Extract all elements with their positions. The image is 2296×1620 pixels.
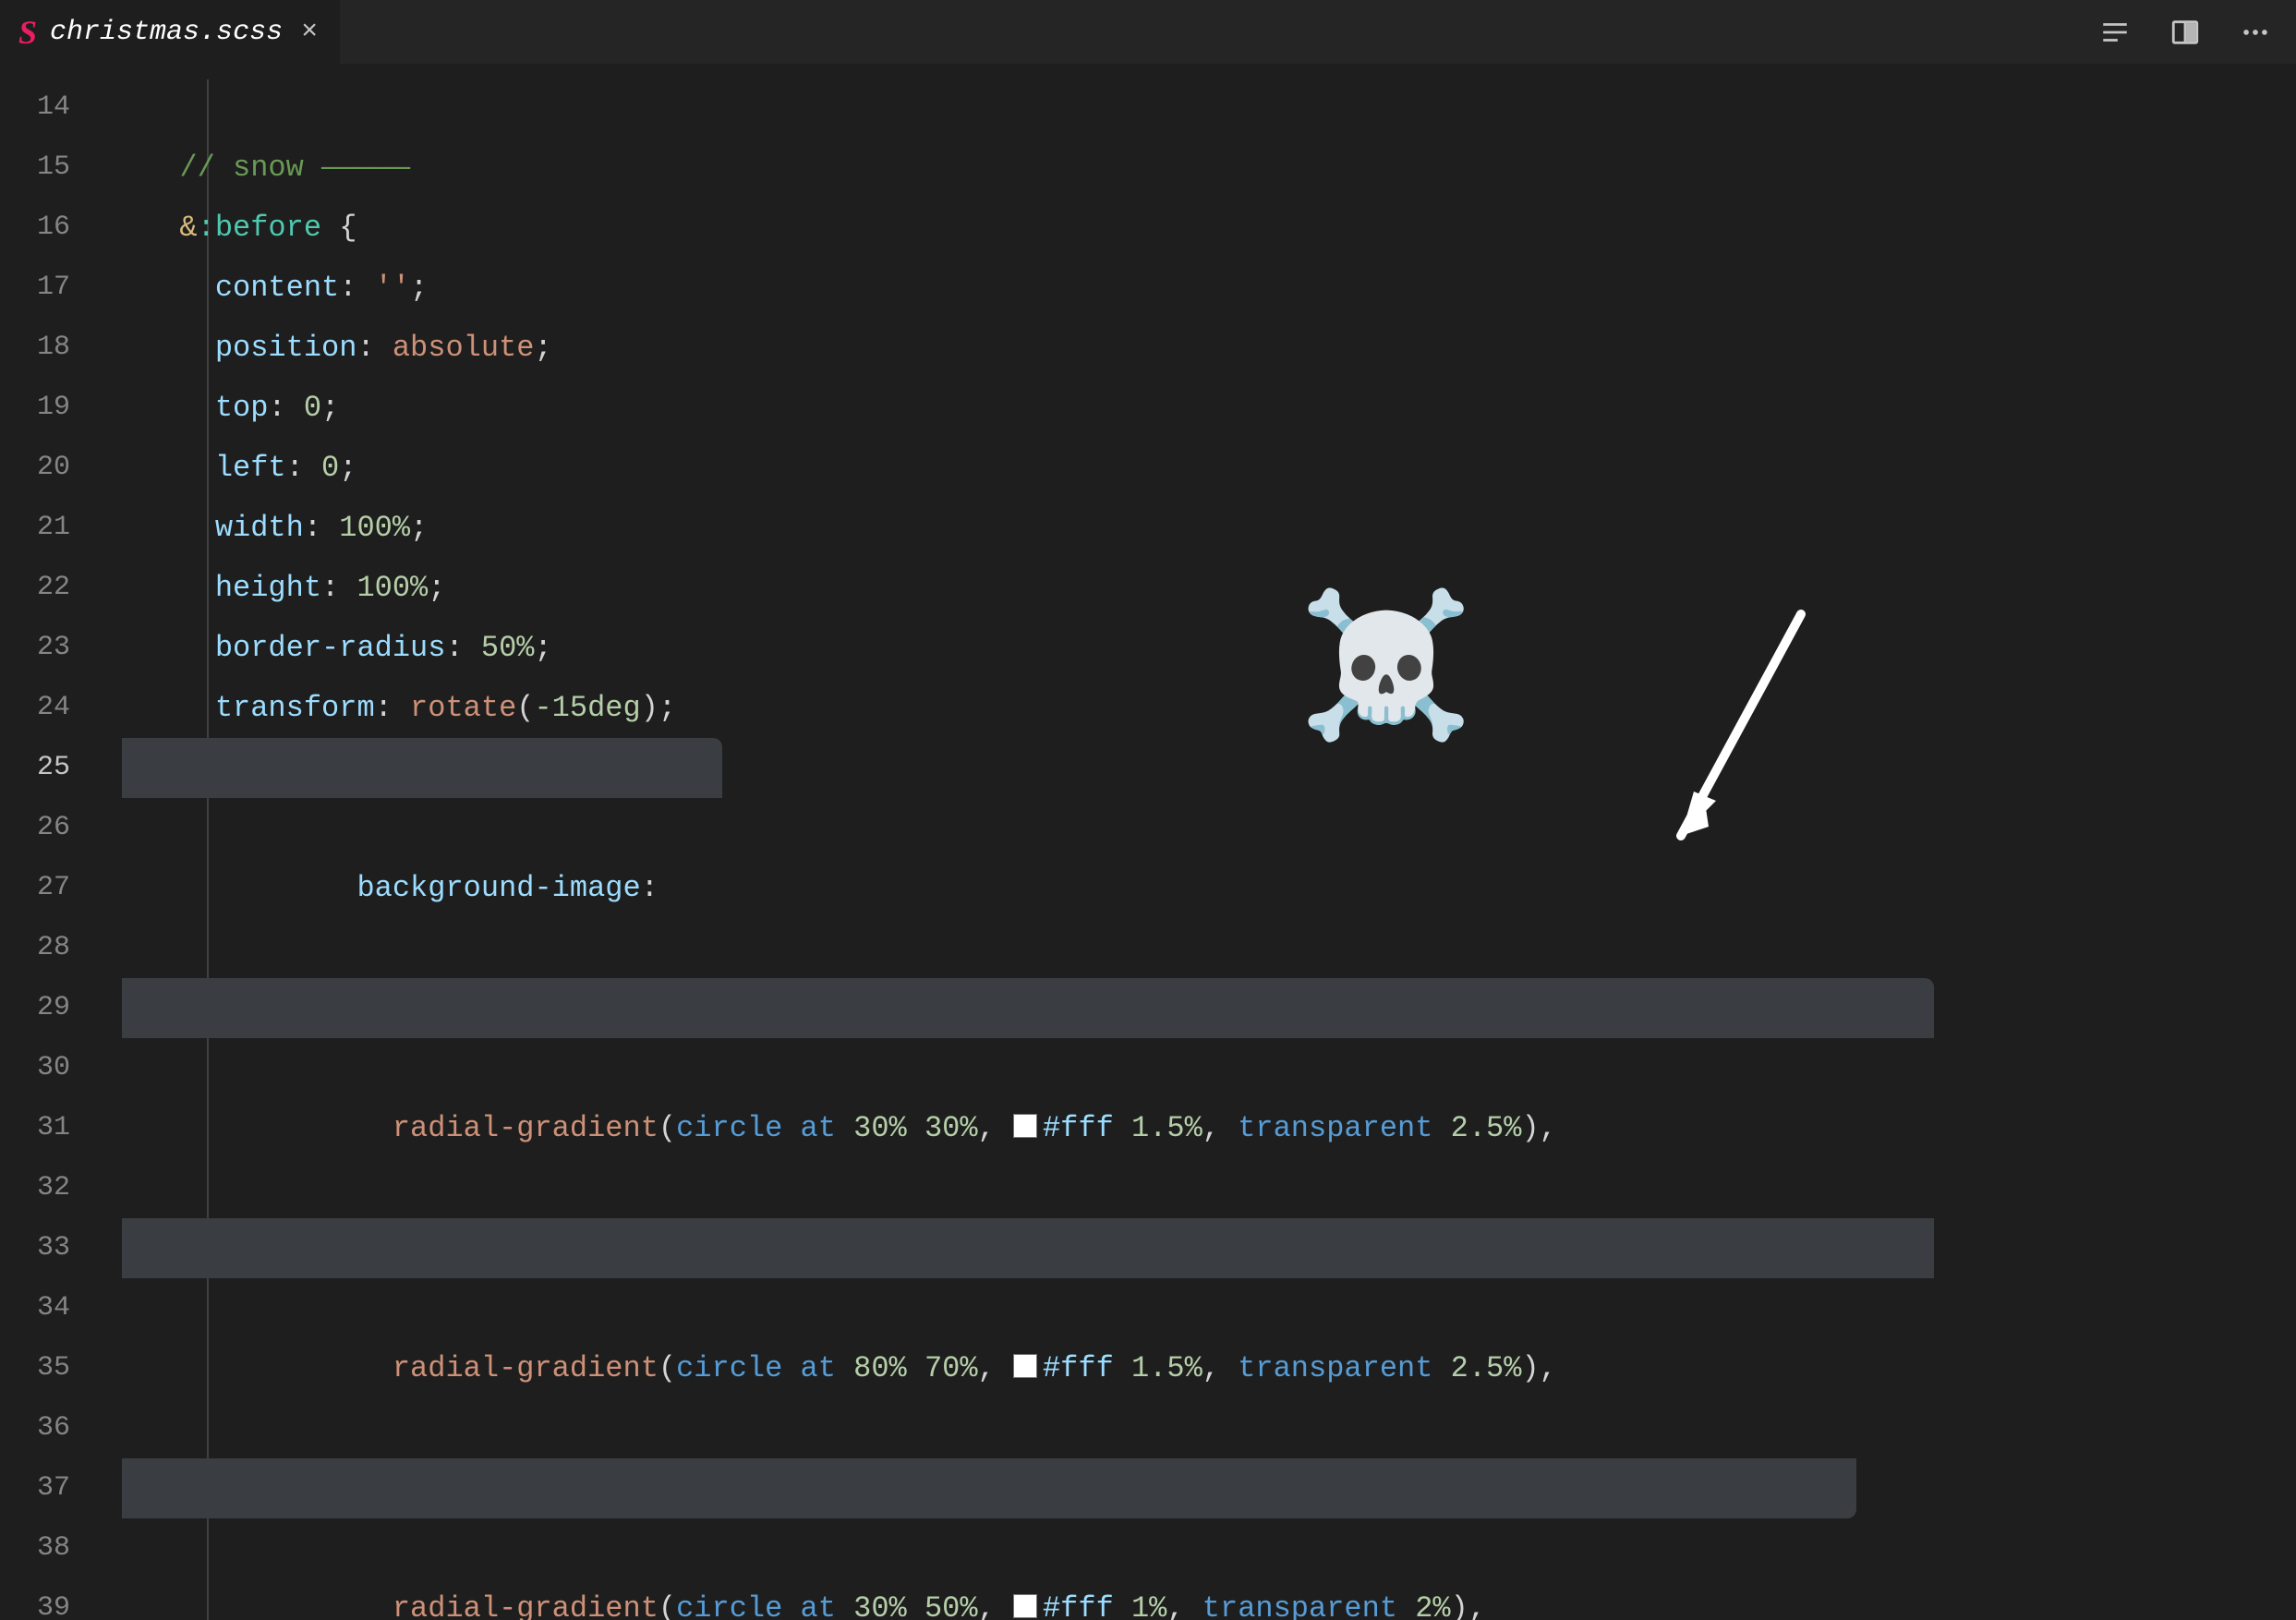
line-number: 26	[0, 798, 70, 858]
line-number: 22	[0, 558, 70, 618]
code-line[interactable]: &:before {	[122, 198, 2296, 258]
line-number: 20	[0, 438, 70, 498]
code-line[interactable]: radial-gradient(circle at 80% 70%, #fff …	[122, 1218, 2296, 1458]
tab-bar: S christmas.scss ×	[0, 0, 2296, 65]
code-area[interactable]: // snow ————— &:before { content: ''; po…	[122, 65, 2296, 1620]
line-number: 25	[0, 738, 70, 798]
code-line[interactable]: background-image:	[122, 738, 2296, 978]
color-swatch-icon	[1013, 1594, 1037, 1618]
line-number: 15	[0, 138, 70, 198]
code-line[interactable]	[122, 78, 2296, 138]
line-number: 30	[0, 1038, 70, 1098]
code-line[interactable]: left: 0;	[122, 438, 2296, 498]
code-line[interactable]: height: 100%;	[122, 558, 2296, 618]
close-icon[interactable]: ×	[296, 17, 318, 48]
color-swatch-icon	[1013, 1354, 1037, 1378]
line-number: 39	[0, 1578, 70, 1615]
tab-actions	[2097, 14, 2274, 51]
code-line[interactable]: radial-gradient(circle at 30% 50%, #fff …	[122, 1458, 2296, 1620]
code-line[interactable]: width: 100%;	[122, 498, 2296, 558]
code-line[interactable]: position: absolute;	[122, 318, 2296, 378]
file-tab[interactable]: S christmas.scss ×	[0, 0, 341, 64]
editor-root: S christmas.scss ×	[0, 0, 2296, 1620]
line-number: 31	[0, 1098, 70, 1158]
line-number: 29	[0, 978, 70, 1038]
line-number: 36	[0, 1398, 70, 1458]
line-number-gutter: 14 15 16 17 18 19 20 21 22 23 24 25 26 2…	[0, 65, 98, 1620]
code-line[interactable]: top: 0;	[122, 378, 2296, 438]
line-number: 23	[0, 618, 70, 678]
line-number: 32	[0, 1158, 70, 1218]
toggle-wrap-icon[interactable]	[2097, 14, 2133, 51]
code-line[interactable]: radial-gradient(circle at 30% 30%, #fff …	[122, 978, 2296, 1218]
line-number: 38	[0, 1518, 70, 1578]
line-number: 17	[0, 258, 70, 318]
code-line[interactable]: content: '';	[122, 258, 2296, 318]
tab-filename: christmas.scss	[50, 17, 283, 48]
line-number: 24	[0, 678, 70, 738]
line-number: 16	[0, 198, 70, 258]
code-line[interactable]: border-radius: 50%;	[122, 618, 2296, 678]
line-number: 21	[0, 498, 70, 558]
more-actions-icon[interactable]	[2237, 14, 2274, 51]
sass-icon: S	[18, 13, 37, 52]
code-line[interactable]: // snow —————	[122, 138, 2296, 198]
line-number: 27	[0, 858, 70, 918]
line-number: 37	[0, 1458, 70, 1518]
line-number: 19	[0, 378, 70, 438]
color-swatch-icon	[1013, 1114, 1037, 1138]
split-editor-icon[interactable]	[2167, 14, 2204, 51]
line-number: 18	[0, 318, 70, 378]
code-line[interactable]: transform: rotate(-15deg);	[122, 678, 2296, 738]
line-number: 35	[0, 1338, 70, 1398]
line-number: 34	[0, 1278, 70, 1338]
fold-gutter	[98, 65, 122, 1620]
line-number: 28	[0, 918, 70, 978]
editor-body[interactable]: 14 15 16 17 18 19 20 21 22 23 24 25 26 2…	[0, 65, 2296, 1620]
tab-group: S christmas.scss ×	[0, 0, 341, 64]
line-number: 14	[0, 78, 70, 138]
line-number: 33	[0, 1218, 70, 1278]
